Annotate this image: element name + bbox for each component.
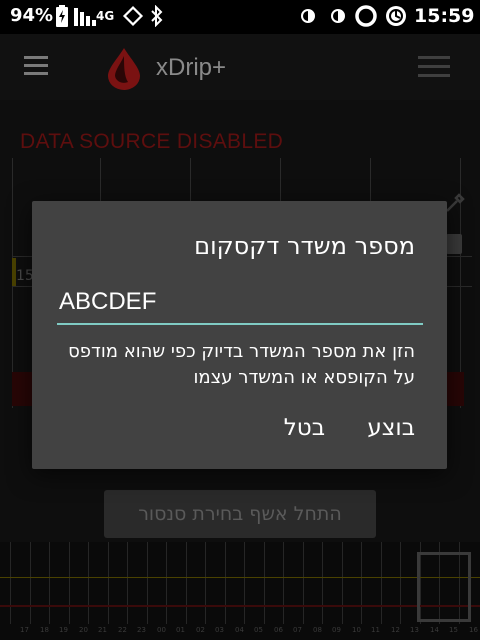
network-type: 4G [96,9,115,23]
mini-grid-line [322,542,323,624]
mini-high-line [0,577,480,578]
mini-grid-line [69,542,70,624]
document-icon[interactable] [446,234,462,254]
ring-icon [355,5,377,27]
mini-hour-tick: 19 [59,626,68,634]
mini-hour-tick: 04 [235,626,244,634]
mini-hour-tick: 17 [20,626,29,634]
mini-hour-tick: 16 [469,626,478,634]
transmitter-id-input[interactable] [57,281,423,325]
mini-hour-tick: 15 [449,626,458,634]
overflow-menu-icon[interactable] [418,56,450,78]
ok-button[interactable]: בוצע [367,415,415,441]
mini-grid-line [10,542,11,624]
mini-hour-tick: 07 [293,626,302,634]
mini-grid-line [127,542,128,624]
data-source-status: DATA SOURCE DISABLED [20,130,284,153]
mini-hour-tick: 23 [137,626,146,634]
mini-hour-tick: 18 [40,626,49,634]
mini-grid-line [225,542,226,624]
half-circle-icon [301,9,315,23]
mini-grid-line [147,542,148,624]
mini-hour-tick: 06 [274,626,283,634]
battery-icon [56,5,68,27]
mini-grid-line [400,542,401,624]
mini-hour-tick: 00 [157,626,166,634]
dialog-title: מספר משדר דקסקום [194,232,415,260]
app-bar: xDrip+ [0,34,480,100]
mini-hour-tick: 13 [410,626,419,634]
clock: 15:59 [414,5,475,27]
mini-hour-tick: 02 [196,626,205,634]
sensor-wizard-button[interactable]: התחל אשף בחירת סנסור [104,490,376,538]
xdrip-logo-icon [108,48,140,90]
mini-hour-tick: 14 [430,626,439,634]
mini-grid-line [361,542,362,624]
mini-grid-line [108,542,109,624]
hamburger-menu-icon[interactable] [24,56,48,76]
mini-grid-line [303,542,304,624]
mini-hour-tick: 09 [332,626,341,634]
dialog-message: הזן את מספר המשדר בדיוק כפי שהוא מודפס ע… [68,341,415,388]
half-circle-icon-2 [331,9,345,23]
mini-chart-hour-ticks: 17 18 19 20 21 22 23 00 01 02 03 04 05 06 07 08 09 10 11 12… [0,626,480,638]
mini-grid-line [342,542,343,624]
mini-grid-line [49,542,50,624]
mini-low-line [0,605,480,607]
mini-hour-tick: 22 [118,626,127,634]
mini-grid-line [166,542,167,624]
mini-grid-line [381,542,382,624]
bluetooth-icon [151,5,163,27]
mini-grid-line [205,542,206,624]
cancel-button[interactable]: בטל [284,415,325,441]
mini-hour-tick: 21 [98,626,107,634]
mini-hour-tick: 10 [352,626,361,634]
mini-grid-line [186,542,187,624]
data-saver-icon [386,6,406,26]
mini-chart[interactable]: 17 18 19 20 21 22 23 00 01 02 03 04 05 06 07 08 09 10 11 12… [0,542,480,640]
mini-hour-tick: 08 [313,626,322,634]
mini-hour-tick: 11 [371,626,380,634]
mini-grid-line [264,542,265,624]
app-title: xDrip+ [156,54,227,81]
dropper-icon[interactable] [444,192,466,214]
mini-hour-tick: 01 [176,626,185,634]
signal-icon [74,8,96,26]
mini-grid-line [30,542,31,624]
rotation-icon [122,5,144,27]
mini-chart-viewport[interactable] [417,552,471,622]
mini-hour-tick: 03 [215,626,224,634]
battery-percent: 94% [10,5,54,26]
mini-grid-line [88,542,89,624]
transmitter-dialog: מספר משדר דקסקום הזן את מספר המשדר בדיוק… [32,201,447,469]
mini-hour-tick: 20 [79,626,88,634]
mini-hour-tick: 12 [391,626,400,634]
mini-grid-line [283,542,284,624]
mini-grid-line [244,542,245,624]
mini-hour-tick: 05 [254,626,263,634]
status-bar: 94% 4G 15:59 [0,0,480,34]
